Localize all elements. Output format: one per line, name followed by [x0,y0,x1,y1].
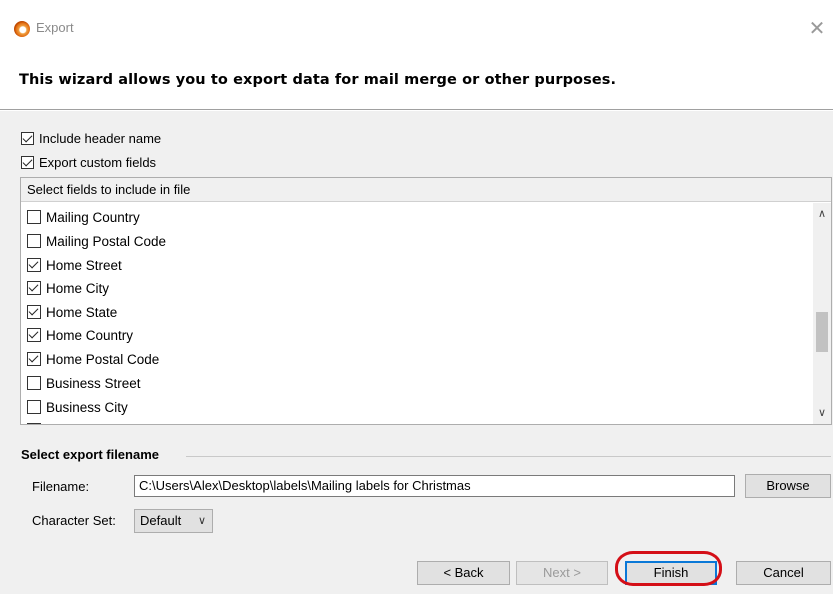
list-item-home-state[interactable]: Home State [27,303,117,321]
list-item-home-city[interactable]: Home City [27,279,109,297]
back-button[interactable]: < Back [417,561,510,585]
list-item-checkbox[interactable] [27,281,41,295]
list-item-label: Business City [46,399,128,415]
group-divider [186,456,831,457]
scroll-down-icon[interactable]: ∨ [813,406,831,420]
next-button[interactable]: Next > [516,561,608,585]
list-item-checkbox[interactable] [27,328,41,342]
list-item-label: Mailing Postal Code [46,233,167,249]
export-custom-fields-label: Export custom fields [39,154,157,170]
fields-list-items: Mailing Country Mailing Postal Code Home… [21,205,813,424]
character-set-label: Character Set: [32,513,116,528]
list-item-mailing-country[interactable]: Mailing Country [27,208,140,226]
include-header-name-checkbox[interactable] [21,131,34,145]
list-item-checkbox[interactable] [27,305,41,319]
filename-label: Filename: [32,479,90,494]
scroll-up-icon[interactable]: ∧ [813,207,831,221]
browse-button[interactable]: Browse [745,474,831,498]
cancel-button[interactable]: Cancel [736,561,831,585]
list-item-checkbox[interactable] [27,352,41,366]
list-item-mailing-postal-code[interactable]: Mailing Postal Code [27,232,166,250]
list-item-partial[interactable] [27,421,46,424]
list-item-checkbox[interactable] [27,376,41,390]
annotation-highlight-ring [615,551,722,586]
character-set-value: Default [140,513,182,528]
list-item-label: Home Postal Code [46,351,160,367]
export-custom-fields-checkbox[interactable] [21,155,34,169]
wizard-heading: This wizard allows you to export data fo… [19,72,617,88]
list-item-checkbox[interactable] [27,234,41,248]
close-icon[interactable]: ✕ [803,14,831,42]
include-header-name-option[interactable]: Include header name [21,129,161,147]
fields-list-scrollbar[interactable]: ∧ ∨ [813,203,831,424]
app-logo-icon [14,21,30,37]
list-item-home-postal-code[interactable]: Home Postal Code [27,350,159,368]
export-custom-fields-option[interactable]: Export custom fields [21,153,156,171]
list-item-checkbox[interactable] [27,210,41,224]
list-item-label: Home City [46,280,110,296]
include-header-name-label: Include header name [39,130,162,146]
fields-list-header: Select fields to include in file [21,178,831,202]
list-item-business-city[interactable]: Business City [27,398,128,416]
list-item-home-country[interactable]: Home Country [27,326,133,344]
title-bar: Export ✕ This wizard allows you to expor… [0,0,833,88]
character-set-select[interactable]: Default ∨ [134,509,213,533]
chevron-down-icon: ∨ [197,515,206,527]
window-title: Export [36,20,74,35]
scroll-thumb[interactable] [816,312,828,352]
list-item-home-street[interactable]: Home Street [27,256,122,274]
list-item-label: Business Street [46,375,141,391]
fields-list[interactable]: Select fields to include in file Mailing… [20,177,832,425]
list-item-label: Home Country [46,327,134,343]
filename-input[interactable]: C:\Users\Alex\Desktop\labels\Mailing lab… [134,475,735,497]
list-item-label: Home State [46,304,118,320]
list-item-business-street[interactable]: Business Street [27,374,141,392]
list-item-checkbox[interactable] [27,400,41,414]
export-filename-group-title: Select export filename [21,447,159,462]
list-item-label: Mailing Country [46,209,140,225]
list-item-checkbox[interactable] [27,258,41,272]
list-item-checkbox[interactable] [27,423,41,424]
list-item-label: Home Street [46,257,122,273]
